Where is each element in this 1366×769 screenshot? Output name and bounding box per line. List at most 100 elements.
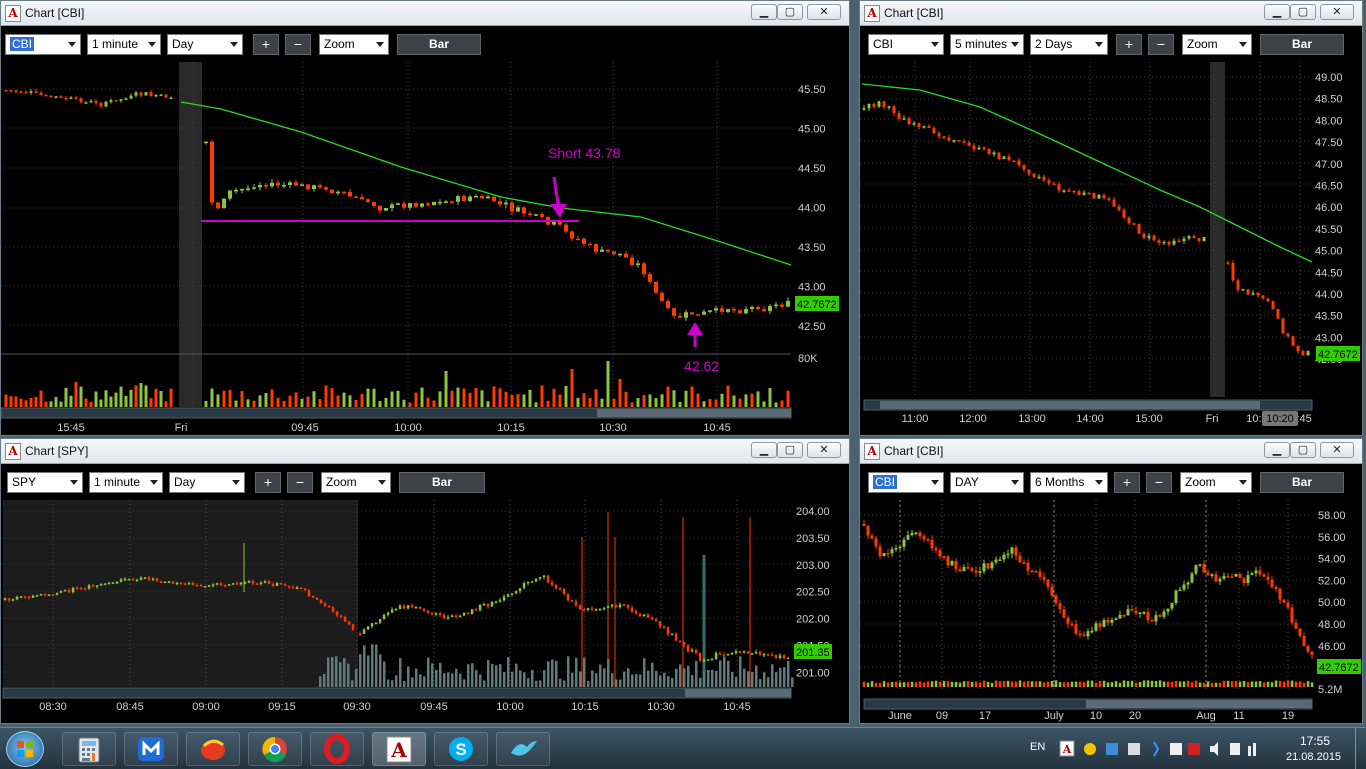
title-bar[interactable]: A Chart [CBI] ▁ ▢ ✕: [860, 1, 1362, 26]
maximize-button[interactable]: ▢: [1290, 442, 1316, 458]
zoom-select[interactable]: Zoom: [321, 472, 391, 493]
volume-bar: [703, 672, 706, 687]
candle: [466, 612, 470, 615]
chevron-down-icon: [150, 480, 158, 485]
candle: [504, 202, 508, 205]
opera-icon[interactable]: [310, 732, 364, 766]
clock-time[interactable]: 17:55: [1300, 734, 1330, 748]
candle: [124, 98, 128, 100]
clock-date[interactable]: 21.08.2015: [1286, 751, 1341, 763]
candle: [311, 595, 315, 598]
symbol-select[interactable]: CBI: [868, 472, 944, 493]
chart-window-cbi-1min[interactable]: A Chart [CBI] ▁ ▢ ✕ CBI 1 minute Day + −…: [0, 0, 850, 436]
candle: [1030, 570, 1034, 573]
candle: [406, 605, 410, 609]
price-chart[interactable]: 49.00 48.50 48.00 47.50 47.00 46.50 46.00 45.50…: [860, 62, 1362, 436]
minimize-button[interactable]: ▁: [1264, 442, 1290, 458]
volume-bar: [756, 391, 760, 407]
scrollbar-track: [2, 687, 792, 699]
volume-bar: [1222, 680, 1226, 687]
zoom-select[interactable]: Zoom: [1182, 34, 1252, 55]
interval-select[interactable]: 1 minute: [87, 34, 161, 55]
trading-app-icon[interactable]: A: [372, 732, 426, 766]
close-button[interactable]: ✕: [807, 4, 841, 20]
candle: [606, 249, 610, 252]
price-chart[interactable]: 58.0056.0054.0052.0050.0048.0046.0044.00…: [860, 500, 1362, 724]
title-bar[interactable]: A Chart [SPY] ▁ ▢ ✕: [1, 439, 849, 464]
chart-window-cbi-5min[interactable]: A Chart [CBI] ▁ ▢ ✕ CBI 5 minutes 2 Days…: [859, 0, 1363, 436]
candle: [470, 609, 474, 614]
candle: [690, 649, 694, 652]
range-select[interactable]: Day: [167, 34, 243, 55]
bird-app-icon[interactable]: [496, 732, 550, 766]
volume-bar: [690, 386, 694, 407]
title-bar[interactable]: A Chart [CBI] ▁ ▢ ✕: [1, 1, 849, 26]
candle: [1050, 586, 1054, 596]
zoom-in-button[interactable]: +: [253, 34, 279, 55]
minimize-button[interactable]: ▁: [1264, 4, 1290, 20]
zoom-in-button[interactable]: +: [1114, 472, 1140, 493]
maximize-button[interactable]: ▢: [777, 4, 803, 20]
volume-bar: [1074, 681, 1078, 687]
chart-type-button[interactable]: Bar: [1260, 472, 1344, 493]
candle: [714, 308, 718, 311]
candle: [402, 605, 406, 609]
chart-window-cbi-daily[interactable]: A Chart [CBI] ▁ ▢ ✕ CBI DAY 6 Months + −…: [859, 438, 1363, 724]
volume-bar: [575, 657, 578, 687]
time-axis-label: 13:00: [1018, 413, 1046, 425]
volume-bar: [678, 401, 682, 407]
app-icon[interactable]: [186, 732, 240, 766]
chart-type-button[interactable]: Bar: [399, 472, 485, 493]
range-select[interactable]: 6 Months: [1030, 472, 1108, 493]
volume-bar: [104, 390, 108, 407]
zoom-out-button[interactable]: −: [1148, 34, 1174, 55]
language-indicator[interactable]: EN: [1030, 741, 1045, 753]
skype-icon[interactable]: S: [434, 732, 488, 766]
title-bar[interactable]: A Chart [CBI] ▁ ▢ ✕: [860, 439, 1362, 464]
interval-select[interactable]: 5 minutes: [950, 34, 1024, 55]
price-chart[interactable]: Short 43.78 42.62 45.50 45.00 44.50 44.00 43.5…: [1, 62, 849, 436]
candle: [622, 604, 626, 606]
zoom-out-button[interactable]: −: [1146, 472, 1172, 493]
candle: [1166, 608, 1170, 612]
calculator-icon[interactable]: [62, 732, 116, 766]
range-select[interactable]: 2 Days: [1030, 34, 1108, 55]
chart-window-spy-1min[interactable]: A Chart [SPY] ▁ ▢ ✕ SPY 1 minute Day + −…: [0, 438, 850, 724]
chart-type-button[interactable]: Bar: [1260, 34, 1344, 55]
symbol-select[interactable]: CBI: [868, 34, 944, 55]
close-button[interactable]: ✕: [1320, 4, 1354, 20]
zoom-in-button[interactable]: +: [255, 472, 281, 493]
candle: [648, 274, 652, 282]
interval-select[interactable]: 1 minute: [89, 472, 163, 493]
symbol-select[interactable]: SPY: [7, 472, 83, 493]
symbol-select[interactable]: CBI: [5, 34, 81, 55]
price-chart[interactable]: 204.00203.50203.00202.50202.00201.50201.…: [1, 500, 849, 724]
volume-bar: [384, 398, 388, 407]
zoom-out-button[interactable]: −: [285, 34, 311, 55]
chevron-down-icon: [1011, 480, 1019, 485]
chart-type-button[interactable]: Bar: [397, 34, 481, 55]
range-select[interactable]: Day: [169, 472, 245, 493]
interval-select[interactable]: DAY: [950, 472, 1024, 493]
close-button[interactable]: ✕: [1320, 442, 1354, 458]
maximize-button[interactable]: ▢: [777, 442, 803, 458]
windows-start-icon[interactable]: [6, 731, 44, 767]
zoom-out-button[interactable]: −: [287, 472, 313, 493]
candle: [1086, 631, 1090, 637]
zoom-select[interactable]: Zoom: [1180, 472, 1252, 493]
candle: [672, 308, 676, 316]
zoom-in-button[interactable]: +: [1116, 34, 1142, 55]
chrome-icon[interactable]: [248, 732, 302, 766]
minimize-button[interactable]: ▁: [751, 4, 777, 20]
candle: [1206, 572, 1210, 575]
minimize-button[interactable]: ▁: [751, 442, 777, 458]
maxthon-icon[interactable]: [124, 732, 178, 766]
zoom-select[interactable]: Zoom: [319, 34, 389, 55]
show-desktop-button[interactable]: [1355, 728, 1366, 769]
candle: [1298, 628, 1302, 636]
maximize-button[interactable]: ▢: [1290, 4, 1316, 20]
volume-bar: [978, 682, 982, 687]
close-button[interactable]: ✕: [807, 442, 841, 458]
volume-bar: [492, 386, 496, 407]
candle: [678, 640, 682, 643]
